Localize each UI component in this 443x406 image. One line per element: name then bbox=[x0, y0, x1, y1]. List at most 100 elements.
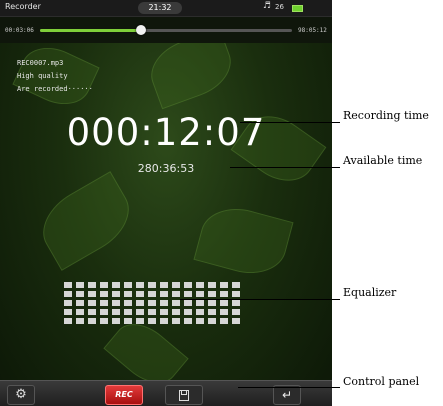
progress-knob[interactable] bbox=[135, 25, 146, 35]
equalizer-bar-cell bbox=[100, 291, 108, 297]
equalizer-bar-cell bbox=[64, 309, 72, 315]
equalizer-bar-cell bbox=[148, 291, 156, 297]
equalizer-bar-cell bbox=[112, 291, 120, 297]
leader-line-control-panel bbox=[238, 387, 340, 388]
progress-area: 00:03:06 98:05:12 bbox=[0, 17, 332, 43]
save-icon bbox=[179, 390, 189, 401]
equalizer-bar-cell bbox=[124, 318, 132, 324]
equalizer-bar-cell bbox=[196, 318, 204, 324]
equalizer-bar-cell bbox=[160, 291, 168, 297]
equalizer-bar-cell bbox=[208, 300, 216, 306]
equalizer-bar-cell bbox=[100, 300, 108, 306]
equalizer-bar-cell bbox=[184, 291, 192, 297]
equalizer-bar-cell bbox=[136, 291, 144, 297]
equalizer-bar-cell bbox=[64, 291, 72, 297]
save-button[interactable] bbox=[165, 385, 203, 405]
equalizer-bar-cell bbox=[196, 282, 204, 288]
equalizer-bar-cell bbox=[148, 282, 156, 288]
equalizer-bar-cell bbox=[124, 291, 132, 297]
app-title: Recorder bbox=[5, 2, 41, 11]
equalizer-bar-cell bbox=[148, 309, 156, 315]
callout-recording-time: Recording time bbox=[343, 109, 429, 122]
speaker-icon[interactable]: ♬ bbox=[263, 1, 271, 11]
equalizer-bar-cell bbox=[76, 318, 84, 324]
equalizer-bar-cell bbox=[220, 291, 228, 297]
equalizer-bar-cell bbox=[184, 309, 192, 315]
leader-line-equalizer bbox=[180, 299, 340, 300]
equalizer-bar-cell bbox=[124, 282, 132, 288]
back-arrow-icon: ↵ bbox=[281, 388, 293, 402]
rec-label: REC bbox=[115, 390, 133, 399]
recording-status: Are recorded······ bbox=[17, 85, 93, 93]
equalizer-bar-cell bbox=[232, 309, 240, 315]
callout-available-time: Available time bbox=[343, 154, 423, 167]
total-time: 98:05:12 bbox=[298, 27, 327, 34]
progress-track[interactable] bbox=[40, 25, 292, 35]
equalizer-bar-cell bbox=[172, 291, 180, 297]
equalizer-bar-cell bbox=[64, 318, 72, 324]
gear-icon: ⚙ bbox=[15, 387, 27, 402]
equalizer-bar-cell bbox=[208, 291, 216, 297]
back-button[interactable]: ↵ bbox=[273, 385, 301, 405]
equalizer-bar-cell bbox=[232, 300, 240, 306]
equalizer-bar-cell bbox=[88, 309, 96, 315]
equalizer-bar-cell bbox=[232, 318, 240, 324]
equalizer-bar-cell bbox=[100, 318, 108, 324]
equalizer-bar-cell bbox=[220, 300, 228, 306]
background-leaf bbox=[30, 171, 142, 271]
recording-time: 000:12:07 bbox=[66, 111, 266, 154]
equalizer-bar-cell bbox=[184, 282, 192, 288]
equalizer-bar-cell bbox=[208, 309, 216, 315]
equalizer-bar-cell bbox=[172, 300, 180, 306]
equalizer-bar-cell bbox=[172, 282, 180, 288]
equalizer-bar-cell bbox=[172, 309, 180, 315]
equalizer-bar-cell bbox=[88, 282, 96, 288]
callout-control-panel: Control panel bbox=[343, 375, 420, 388]
equalizer-bar-cell bbox=[76, 282, 84, 288]
equalizer-bar-cell bbox=[88, 318, 96, 324]
equalizer-bar-cell bbox=[124, 309, 132, 315]
quality: High quality bbox=[17, 72, 68, 80]
equalizer-bar-cell bbox=[88, 300, 96, 306]
elapsed-time: 00:03:06 bbox=[5, 27, 34, 34]
equalizer-bar-cell bbox=[160, 300, 168, 306]
settings-button[interactable]: ⚙ bbox=[7, 385, 35, 405]
status-bar: Recorder 21:32 ♬ 26 bbox=[0, 0, 332, 17]
background-leaf bbox=[193, 199, 294, 283]
leader-line-recording-time bbox=[240, 122, 340, 123]
equalizer-bar-cell bbox=[196, 300, 204, 306]
equalizer-bar-cell bbox=[220, 282, 228, 288]
equalizer-bar-cell bbox=[148, 300, 156, 306]
equalizer-bar-cell bbox=[196, 291, 204, 297]
clock-pill: 21:32 bbox=[138, 2, 182, 14]
callout-equalizer: Equalizer bbox=[343, 286, 397, 299]
equalizer-bar-cell bbox=[208, 282, 216, 288]
equalizer-bar-cell bbox=[160, 318, 168, 324]
equalizer-bar-cell bbox=[112, 318, 120, 324]
equalizer-bar-cell bbox=[220, 318, 228, 324]
equalizer-bar-cell bbox=[88, 291, 96, 297]
clock: 21:32 bbox=[148, 3, 172, 12]
progress-fill bbox=[40, 29, 141, 32]
equalizer-bar-cell bbox=[184, 300, 192, 306]
equalizer-bar-cell bbox=[76, 291, 84, 297]
equalizer-bar-cell bbox=[136, 300, 144, 306]
equalizer-bar-cell bbox=[76, 309, 84, 315]
equalizer-bar-cell bbox=[172, 318, 180, 324]
equalizer-bar-cell bbox=[232, 282, 240, 288]
device-screen: Recorder 21:32 ♬ 26 00:03:06 98:05:12 RE… bbox=[0, 0, 332, 406]
rec-button[interactable]: REC bbox=[105, 385, 143, 405]
leader-line-available-time bbox=[230, 167, 340, 168]
recording-info: REC0007.mp3 High quality Are recorded···… bbox=[17, 57, 93, 96]
equalizer-bar-cell bbox=[112, 282, 120, 288]
equalizer-bar-cell bbox=[232, 291, 240, 297]
equalizer-bar-cell bbox=[64, 282, 72, 288]
equalizer-bar-cell bbox=[208, 318, 216, 324]
equalizer-bar-cell bbox=[64, 300, 72, 306]
equalizer-bar-cell bbox=[220, 309, 228, 315]
equalizer-bar-cell bbox=[160, 282, 168, 288]
equalizer-bar-cell bbox=[136, 318, 144, 324]
filename: REC0007.mp3 bbox=[17, 59, 64, 67]
battery-icon bbox=[292, 5, 303, 12]
equalizer-bar-cell bbox=[100, 309, 108, 315]
